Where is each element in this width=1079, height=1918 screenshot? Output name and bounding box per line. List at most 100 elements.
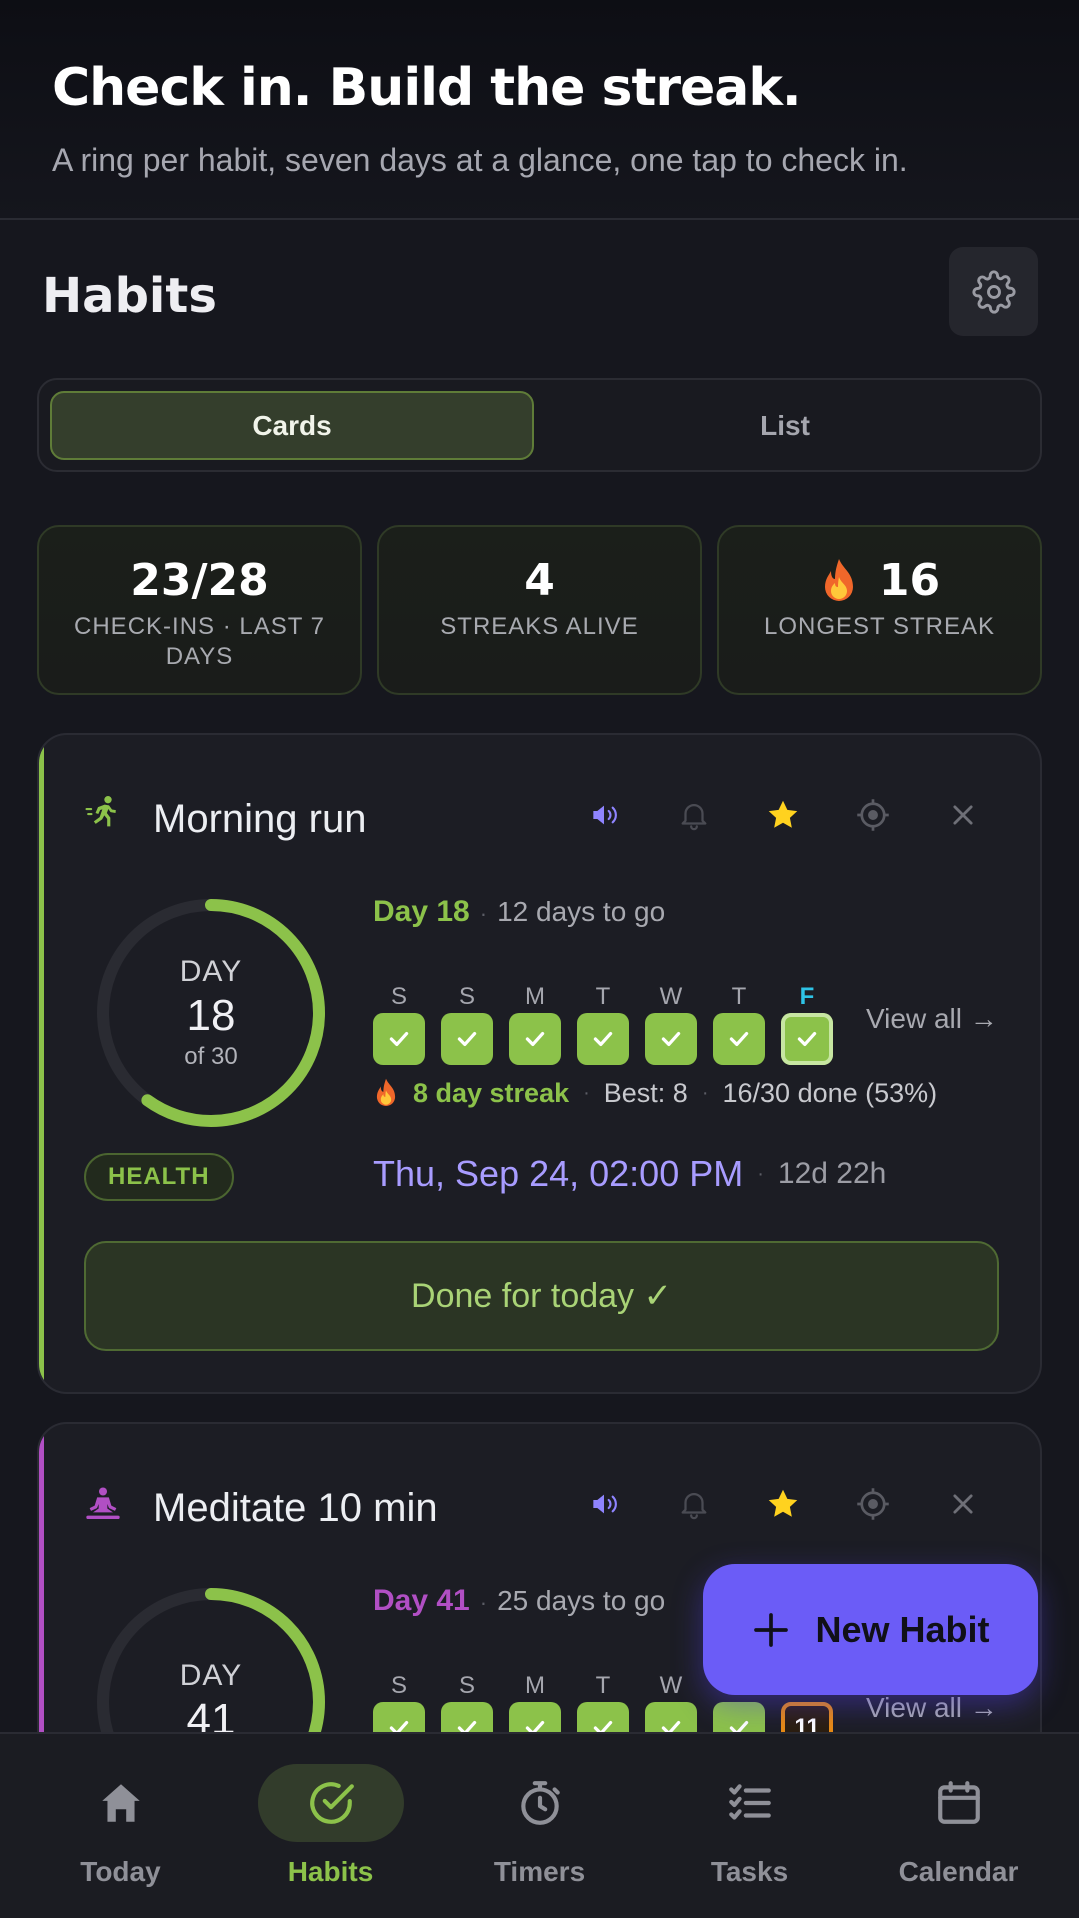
stopwatch-icon <box>520 1781 560 1825</box>
weekday-letter-today: F <box>799 983 815 1010</box>
streak-count: 8 day streak <box>413 1077 570 1108</box>
weekday-letter: T <box>731 983 747 1010</box>
habit-card[interactable]: Morning run DAY 18 of 30 Day 18 · 12 day… <box>37 733 1042 1394</box>
habit-settings-button[interactable] <box>853 795 893 835</box>
sound-button[interactable] <box>584 795 624 835</box>
new-habit-button[interactable]: New Habit <box>703 1564 1038 1695</box>
home-icon <box>101 1784 140 1822</box>
check-icon <box>729 1031 749 1047</box>
day-check-box[interactable] <box>713 1013 765 1065</box>
done-for-today-button[interactable]: Done for today ✓ <box>84 1241 999 1351</box>
page-title: Habits <box>42 268 217 324</box>
nav-timers[interactable]: Timers <box>432 1734 647 1918</box>
weekday-letter: M <box>525 983 545 1010</box>
days-to-go: 12 days to go <box>497 896 666 927</box>
close-icon <box>953 805 973 825</box>
speaker-icon <box>593 805 617 825</box>
day-check-box[interactable] <box>645 1013 697 1065</box>
category-tag: HEALTH <box>84 1153 234 1201</box>
next-date: Thu, Sep 24, 02:00 PM <box>373 1153 744 1194</box>
day-check-box[interactable] <box>577 1013 629 1065</box>
bell-icon <box>681 804 707 831</box>
favorite-button[interactable] <box>763 1484 803 1524</box>
nav-today[interactable]: Today <box>13 1734 228 1918</box>
new-habit-label: New Habit <box>815 1608 990 1650</box>
flame-icon <box>824 558 853 601</box>
view-all-link[interactable]: View all → <box>866 1692 998 1724</box>
stat-checkins: 23/28 CHECK-INS · LAST 7 DAYS <box>37 525 362 695</box>
next-reminder: Thu, Sep 24, 02:00 PM · 12d 22h <box>373 1153 887 1194</box>
target-icon <box>857 799 889 831</box>
stat-value: 23/28 <box>130 555 269 606</box>
star-icon <box>768 1489 798 1517</box>
check-icon <box>593 1031 613 1047</box>
close-icon <box>953 1494 973 1514</box>
stat-streaks-alive: 4 STREAKS ALIVE <box>377 525 702 695</box>
check-icon <box>797 1031 817 1047</box>
nav-label: Today <box>80 1856 161 1887</box>
bell-icon <box>681 1493 707 1520</box>
plus-icon <box>754 1612 789 1647</box>
nav-habits[interactable]: Habits <box>223 1734 438 1918</box>
weekday-letter: T <box>595 983 611 1010</box>
check-circle-icon <box>309 1782 354 1824</box>
card-accent-bar <box>39 735 44 1392</box>
stat-longest-streak: 16 LONGEST STREAK <box>717 525 1042 695</box>
weekday-letter: S <box>390 983 407 1010</box>
weekday-letter: W <box>659 983 683 1010</box>
nav-label: Calendar <box>898 1856 1019 1887</box>
time-left: 12d 22h <box>777 1157 887 1190</box>
best-streak: Best: 8 <box>603 1077 688 1108</box>
nav-label: Timers <box>493 1856 586 1887</box>
habit-settings-button[interactable] <box>853 1484 893 1524</box>
meditation-icon <box>83 1484 123 1528</box>
stat-value: 16 <box>878 555 941 606</box>
ring-day-label: DAY <box>179 1659 243 1692</box>
stat-value: 4 <box>524 555 555 606</box>
nav-tasks[interactable]: Tasks <box>642 1734 857 1918</box>
done-summary: 16/30 done (53%) <box>722 1077 938 1108</box>
star-icon <box>768 800 798 828</box>
stat-label: LONGEST STREAK <box>764 613 995 640</box>
day-number-text: Day 41 <box>373 1584 470 1617</box>
calendar-icon <box>937 1781 980 1824</box>
habit-name: Morning run <box>153 797 367 841</box>
settings-button[interactable] <box>949 247 1038 336</box>
banner-title: Check in. Build the streak. <box>52 58 802 118</box>
delete-habit-button[interactable] <box>943 1484 983 1524</box>
ring-day-label: DAY <box>179 955 243 988</box>
hero-banner: Check in. Build the streak. A ring per h… <box>0 0 1079 220</box>
check-icon <box>525 1031 545 1047</box>
day-check-box-today[interactable] <box>781 1013 833 1065</box>
reminder-button[interactable] <box>674 795 714 835</box>
weekday-letter: S <box>458 983 475 1010</box>
day-progress-line: Day 18 · 12 days to go <box>373 895 666 928</box>
sound-button[interactable] <box>584 1484 624 1524</box>
nav-label: Tasks <box>710 1856 789 1887</box>
checklist-icon <box>728 1784 771 1820</box>
day-check-box[interactable] <box>373 1013 425 1065</box>
day-number-text: Day 18 <box>373 895 470 928</box>
gear-icon <box>971 269 1016 314</box>
weekday-letter: S <box>458 1672 475 1699</box>
day-check-box[interactable] <box>509 1013 561 1065</box>
running-icon <box>83 793 123 837</box>
stat-label: CHECK-INS · LAST 7 DAYS <box>74 613 325 670</box>
toggle-cards[interactable]: Cards <box>50 391 534 460</box>
days-to-go: 25 days to go <box>497 1585 666 1616</box>
favorite-button[interactable] <box>763 795 803 835</box>
weekday-letter: T <box>595 1672 611 1699</box>
reminder-button[interactable] <box>674 1484 714 1524</box>
weekday-letter: M <box>525 1672 545 1699</box>
progress-ring: DAY 18 of 30 <box>91 893 331 1133</box>
view-toggle: Cards List <box>37 378 1042 472</box>
toggle-list[interactable]: List <box>543 391 1027 460</box>
stat-label: STREAKS ALIVE <box>440 613 639 640</box>
view-all-link[interactable]: View all → <box>866 1003 998 1035</box>
streak-summary: 8 day streak · Best: 8 · 16/30 done (53%) <box>373 1077 937 1109</box>
bottom-nav: Today Habits Timers Tasks Calendar <box>0 1732 1079 1918</box>
nav-calendar[interactable]: Calendar <box>851 1734 1066 1918</box>
banner-subtitle: A ring per habit, seven days at a glance… <box>52 142 908 178</box>
delete-habit-button[interactable] <box>943 795 983 835</box>
day-check-box[interactable] <box>441 1013 493 1065</box>
